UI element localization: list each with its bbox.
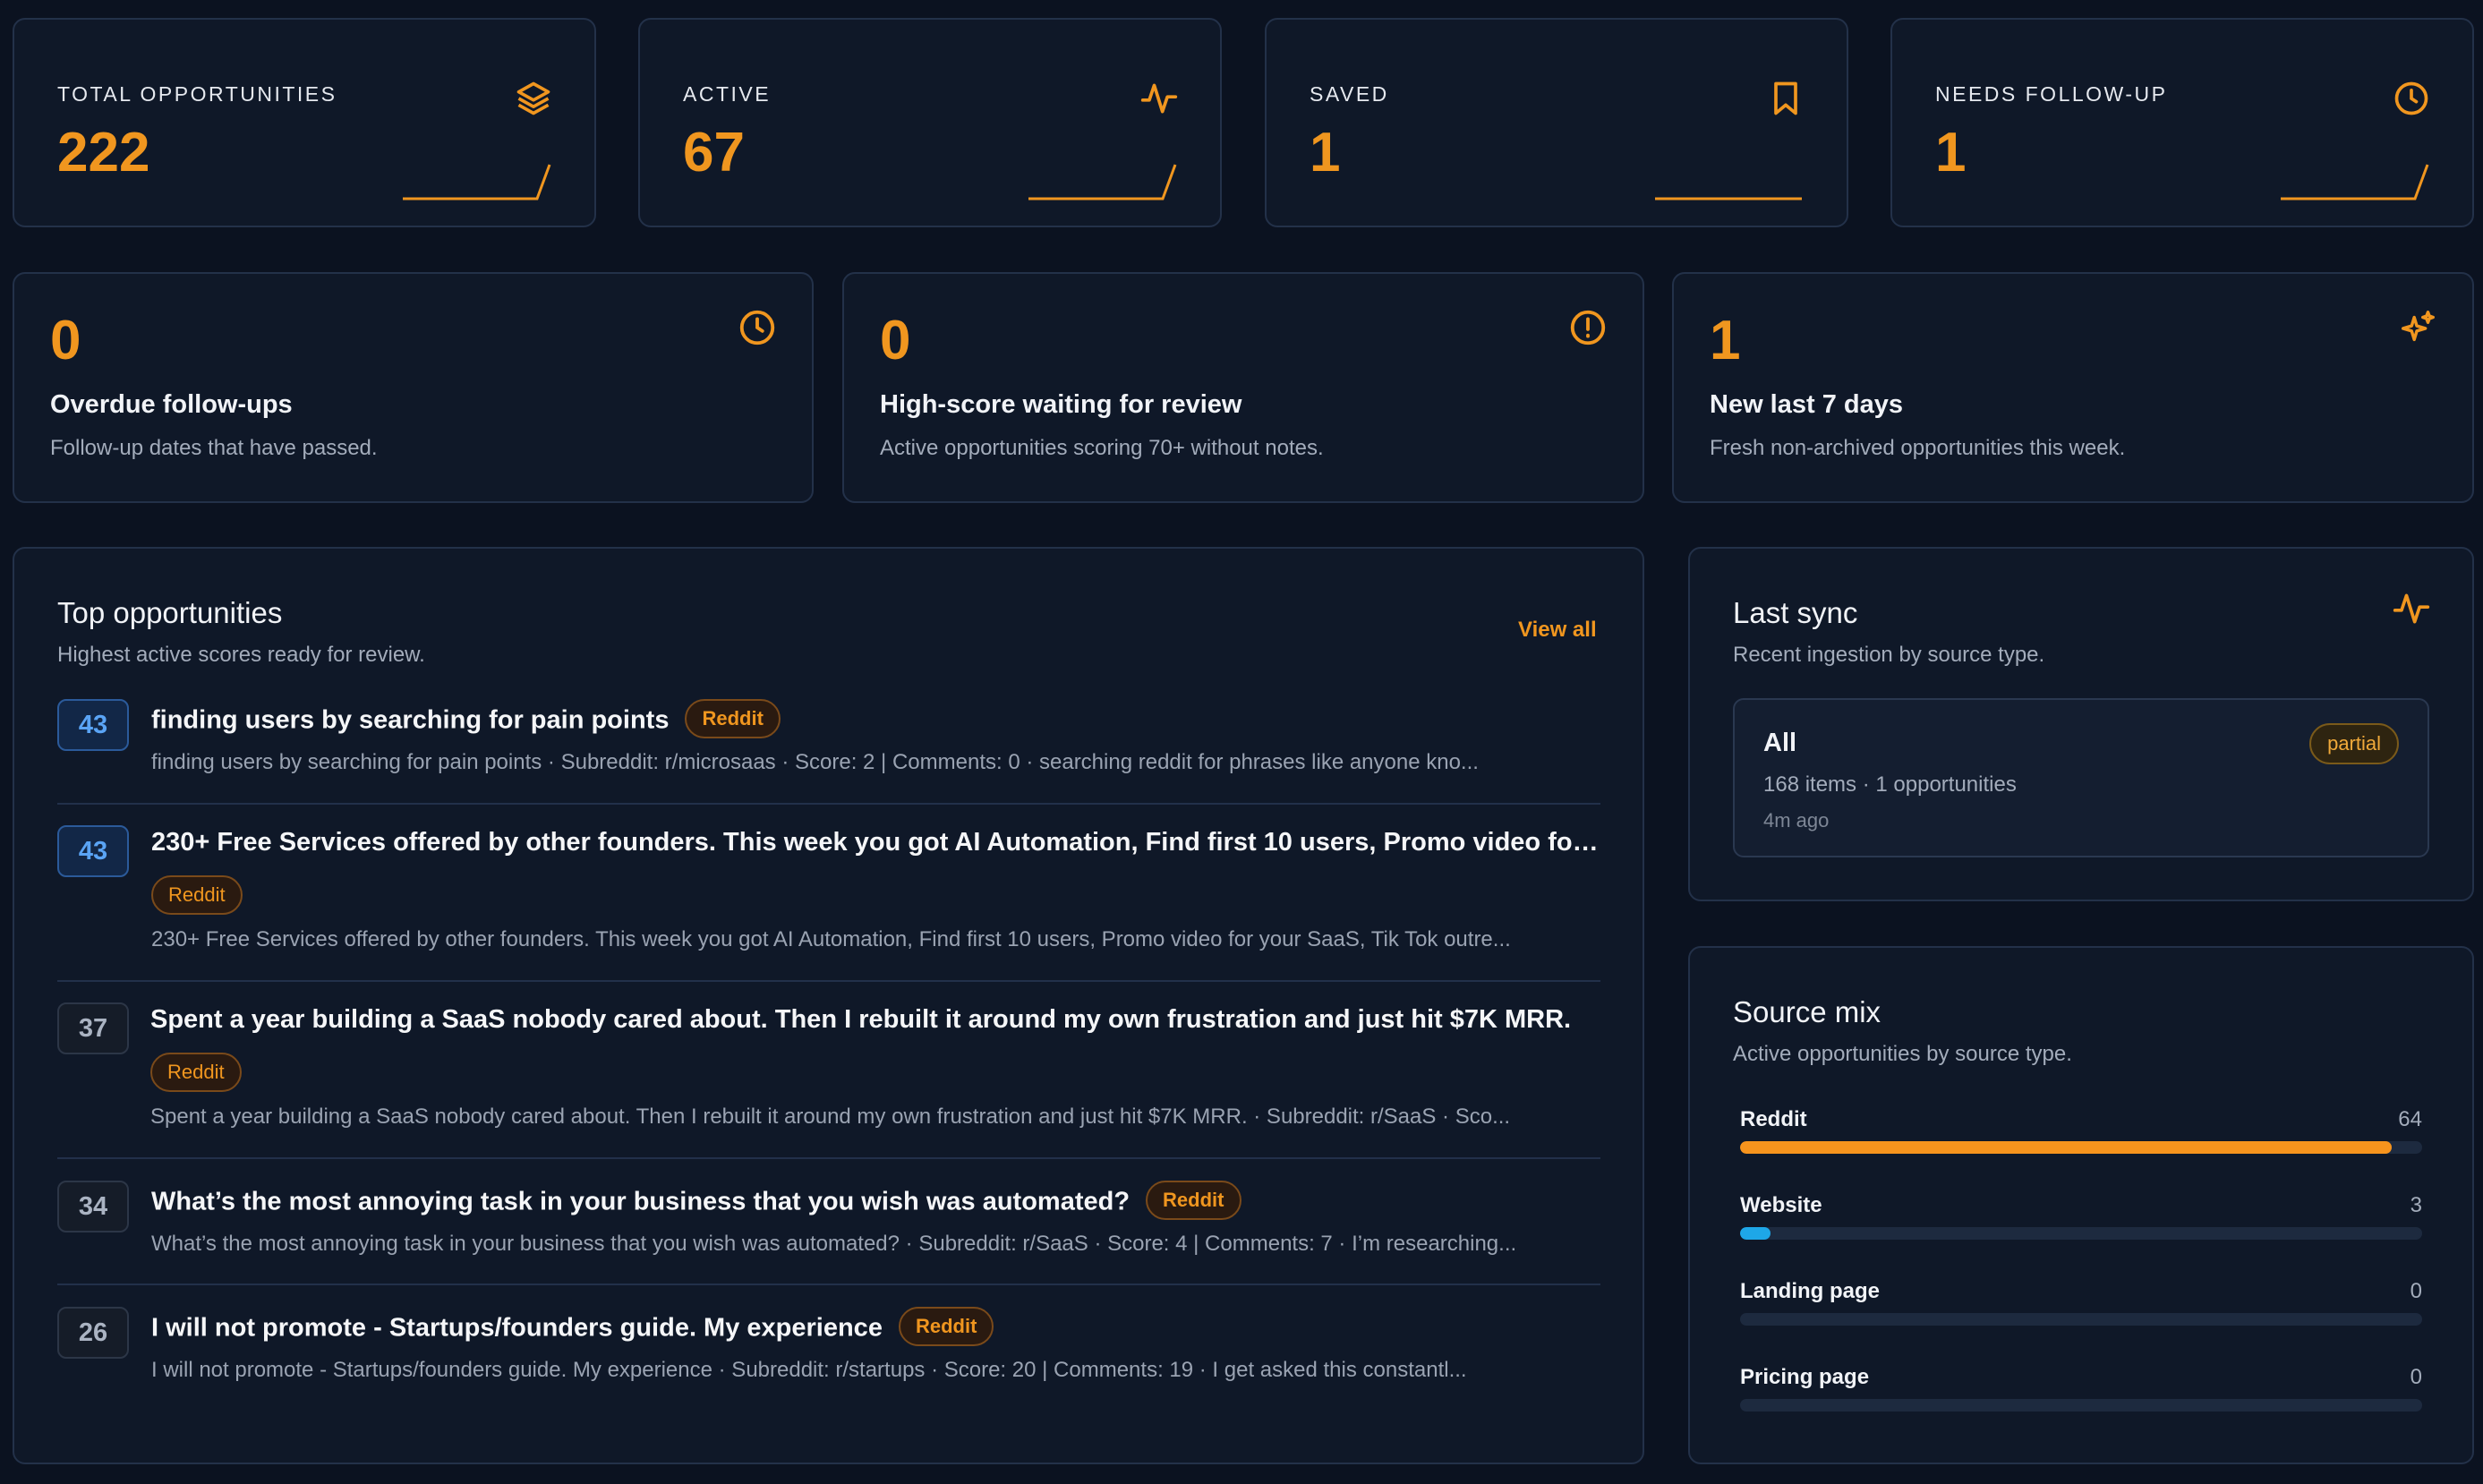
- sparkline: [1655, 197, 1802, 200]
- opportunity-title[interactable]: What’s the most annoying task in your bu…: [151, 1181, 1601, 1223]
- panel-subtitle: Active opportunities by source type.: [1733, 1042, 2072, 1066]
- highlight-subtitle: Active opportunities scoring 70+ without…: [880, 436, 1324, 460]
- mix-bar: [1740, 1399, 2422, 1412]
- stat-value: 1: [1310, 122, 1341, 183]
- highlight-title: Overdue follow-ups: [50, 390, 293, 419]
- divider: [57, 980, 1600, 982]
- sync-entry-name: All: [1763, 729, 1797, 757]
- stat-card-follow-up: NEEDS FOLLOW-UP 1: [1890, 18, 2474, 227]
- mix-label: Website: [1740, 1193, 1822, 1217]
- mix-count: 3: [2410, 1193, 2422, 1217]
- sparkles-icon: [2401, 311, 2435, 342]
- highlight-card-high-score: [842, 272, 1644, 503]
- source-badge: Reddit: [1146, 1181, 1242, 1220]
- mix-fill: [1740, 1141, 2392, 1154]
- layers-icon: [516, 81, 550, 115]
- score-badge: 34: [57, 1181, 129, 1232]
- bookmark-icon: [1774, 81, 1797, 115]
- alert-circle-icon: [1570, 310, 1606, 345]
- source-badge: Reddit: [898, 1307, 994, 1346]
- highlight-subtitle: Follow-up dates that have passed.: [50, 436, 378, 460]
- highlight-title: New last 7 days: [1710, 390, 1903, 419]
- highlight-card-overdue: [13, 272, 814, 503]
- opportunity-description: What’s the most annoying task in your bu…: [151, 1232, 1517, 1256]
- mix-count: 64: [2398, 1107, 2422, 1131]
- sparkline: [2281, 164, 2429, 200]
- highlight-title: High-score waiting for review: [880, 390, 1242, 419]
- sparkline: [403, 164, 551, 200]
- panel-subtitle: Highest active scores ready for review.: [57, 643, 425, 667]
- source-badge: Reddit: [685, 699, 781, 738]
- mix-bar: [1740, 1227, 2422, 1240]
- opportunity-description: I will not promote - Startups/founders g…: [151, 1358, 1467, 1382]
- highlight-card-new: [1672, 272, 2474, 503]
- opportunity-description: finding users by searching for pain poin…: [151, 750, 1479, 774]
- divider: [57, 1157, 1600, 1159]
- highlight-value: 0: [880, 310, 911, 371]
- view-all-link[interactable]: View all: [1518, 618, 1597, 643]
- opportunity-title[interactable]: 230+ Free Services offered by other foun…: [151, 828, 1601, 857]
- score-badge: 43: [57, 825, 129, 877]
- score-badge: 43: [57, 699, 129, 751]
- stat-label: SAVED: [1310, 82, 1389, 106]
- stat-card-active: ACTIVE 67: [638, 18, 1222, 227]
- clock-icon: [739, 310, 775, 345]
- sync-entry-time: 4m ago: [1763, 809, 1830, 832]
- opportunity-description: Spent a year building a SaaS nobody care…: [150, 1104, 1511, 1129]
- stat-label: ACTIVE: [683, 82, 772, 106]
- mix-label: Reddit: [1740, 1107, 1807, 1131]
- status-badge: partial: [2309, 723, 2399, 764]
- stat-label: TOTAL OPPORTUNITIES: [57, 82, 337, 106]
- mix-count: 0: [2410, 1365, 2422, 1389]
- highlight-value: 1: [1710, 310, 1741, 371]
- stat-label: NEEDS FOLLOW-UP: [1935, 82, 2168, 106]
- sparkline: [1028, 164, 1177, 200]
- sync-entry-detail: 168 items · 1 opportunities: [1763, 772, 2017, 797]
- opportunity-title-text[interactable]: I will not promote - Startups/founders g…: [151, 1314, 883, 1343]
- source-badge: Reddit: [150, 1053, 242, 1092]
- panel-subtitle: Recent ingestion by source type.: [1733, 643, 2045, 667]
- stat-value: 1: [1935, 122, 1967, 183]
- sync-entry[interactable]: All partial 168 items · 1 opportunities …: [1733, 698, 2429, 857]
- clock-icon: [2394, 81, 2428, 115]
- stat-card-total: TOTAL OPPORTUNITIES 222: [13, 18, 596, 227]
- score-badge: 37: [57, 1002, 129, 1054]
- opportunity-description: 230+ Free Services offered by other foun…: [151, 927, 1511, 951]
- panel-title: Source mix: [1733, 995, 1881, 1028]
- opportunity-title-text[interactable]: finding users by searching for pain poin…: [151, 706, 669, 735]
- stat-value: 67: [683, 122, 745, 183]
- opportunity-title[interactable]: finding users by searching for pain poin…: [151, 699, 1601, 741]
- score-badge: 26: [57, 1307, 129, 1359]
- divider: [57, 803, 1600, 805]
- mix-bar: [1740, 1141, 2422, 1154]
- divider: [57, 1284, 1600, 1285]
- activity-icon: [2393, 593, 2430, 624]
- stat-value: 222: [57, 122, 150, 183]
- opportunity-title-text[interactable]: What’s the most annoying task in your bu…: [151, 1188, 1130, 1216]
- panel-title: Top opportunities: [57, 596, 283, 629]
- opportunity-title[interactable]: Spent a year building a SaaS nobody care…: [150, 1005, 1600, 1035]
- panel-title: Last sync: [1733, 596, 1858, 629]
- source-badge: Reddit: [151, 875, 243, 915]
- stat-card-saved: SAVED 1: [1265, 18, 1848, 227]
- mix-label: Landing page: [1740, 1279, 1880, 1303]
- opportunity-title[interactable]: I will not promote - Startups/founders g…: [151, 1307, 1601, 1349]
- activity-icon: [1140, 83, 1178, 114]
- mix-label: Pricing page: [1740, 1365, 1870, 1389]
- highlight-value: 0: [50, 310, 81, 371]
- mix-fill: [1740, 1227, 1771, 1240]
- highlight-subtitle: Fresh non-archived opportunities this we…: [1710, 436, 2126, 460]
- mix-bar: [1740, 1313, 2422, 1326]
- mix-count: 0: [2410, 1279, 2422, 1303]
